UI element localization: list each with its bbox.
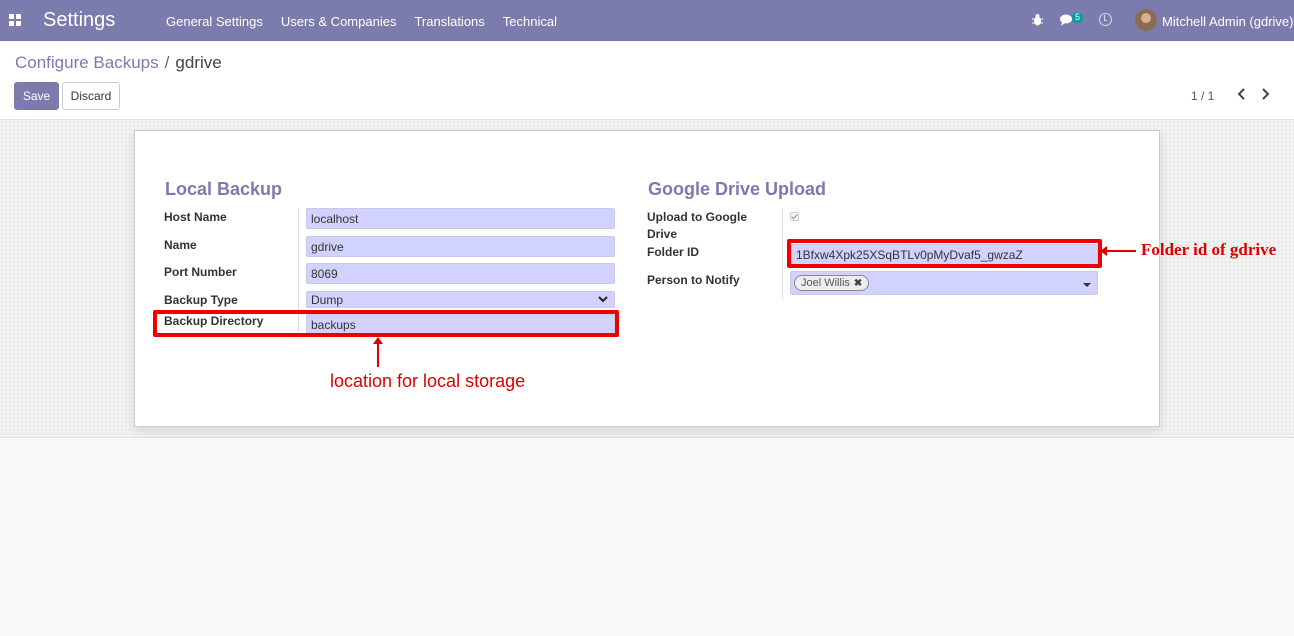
annotation-box-backup-directory xyxy=(153,310,619,337)
breadcrumb-current: gdrive xyxy=(175,53,222,72)
user-menu[interactable]: Mitchell Admin (gdrive) xyxy=(1162,14,1294,29)
clock-icon[interactable] xyxy=(1099,13,1112,26)
save-button[interactable]: Save xyxy=(14,82,59,110)
annotation-arrow-up xyxy=(373,337,383,367)
upload-to-google-label: Upload to Google Drive xyxy=(647,209,747,243)
upload-to-google-checkbox[interactable] xyxy=(790,212,799,221)
menu-item-translations[interactable]: Translations xyxy=(414,14,484,29)
person-to-notify-label: Person to Notify xyxy=(647,273,740,287)
backup-type-value: Dump xyxy=(311,292,344,307)
host-name-label: Host Name xyxy=(164,210,227,224)
control-panel: Configure Backups / gdrive Save Discard 1 … xyxy=(0,41,1294,120)
main-menu: General Settings Users & Companies Trans… xyxy=(166,14,557,29)
caret-down-icon[interactable] xyxy=(1083,283,1091,287)
menu-item-technical[interactable]: Technical xyxy=(503,14,557,29)
upload-label-line1: Upload to Google xyxy=(647,210,747,224)
top-navbar: Settings General Settings Users & Compan… xyxy=(0,0,1294,41)
remove-tag-icon[interactable]: ✖ xyxy=(854,278,862,289)
app-title[interactable]: Settings xyxy=(43,9,115,32)
person-tag-label: Joel Willis xyxy=(801,277,850,289)
annotation-local-storage: location for local storage xyxy=(330,371,526,391)
chevron-down-icon xyxy=(598,296,608,303)
chat-count-badge: 5 xyxy=(1072,12,1084,23)
breadcrumb: Configure Backups / gdrive xyxy=(15,53,222,73)
backup-type-select[interactable]: Dump xyxy=(306,291,615,308)
annotation-box-folder-id xyxy=(787,239,1102,268)
name-label: Name xyxy=(164,238,197,252)
avatar[interactable] xyxy=(1135,9,1157,31)
breadcrumb-parent[interactable]: Configure Backups xyxy=(15,53,159,72)
menu-item-general-settings[interactable]: General Settings xyxy=(166,14,263,29)
name-input[interactable]: gdrive xyxy=(306,236,615,257)
person-tag: Joel Willis ✖ xyxy=(794,275,870,291)
annotation-folder-id: Folder id of gdrive xyxy=(1141,240,1277,259)
folder-id-label: Folder ID xyxy=(647,245,700,259)
port-number-label: Port Number xyxy=(164,265,237,279)
bug-icon[interactable] xyxy=(1032,13,1043,26)
annotation-arrow-left xyxy=(1100,246,1136,256)
google-drive-title: Google Drive Upload xyxy=(648,179,827,199)
upload-label-line2: Drive xyxy=(647,227,678,241)
breadcrumb-separator: / xyxy=(164,53,170,72)
host-name-input[interactable]: localhost xyxy=(306,208,615,229)
chevron-right-icon[interactable] xyxy=(1261,87,1271,101)
chevron-left-icon[interactable] xyxy=(1236,87,1246,101)
local-backup-title: Local Backup xyxy=(165,179,283,199)
apps-grid-icon[interactable] xyxy=(9,14,21,26)
backup-type-label: Backup Type xyxy=(164,293,238,307)
menu-item-users-companies[interactable]: Users & Companies xyxy=(281,14,397,29)
discard-button[interactable]: Discard xyxy=(62,82,120,110)
pager-value[interactable]: 1 / 1 xyxy=(1191,89,1214,103)
divider xyxy=(782,208,783,299)
port-number-input[interactable]: 8069 xyxy=(306,263,615,284)
